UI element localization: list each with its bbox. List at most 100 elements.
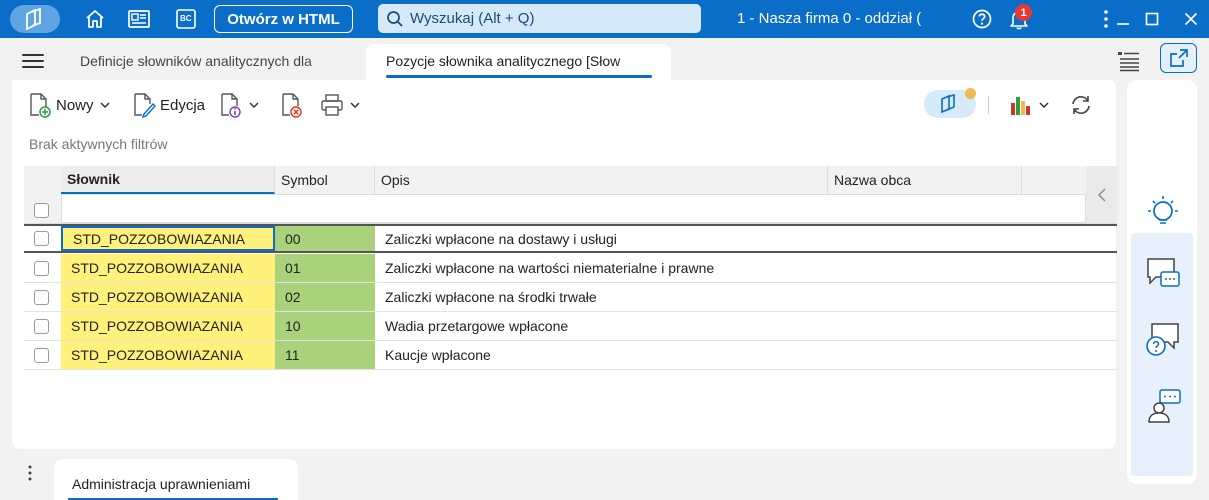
- maximize-button[interactable]: [1140, 7, 1164, 31]
- bc-button[interactable]: BC: [174, 7, 198, 31]
- edit-button-label: Edycja: [160, 96, 206, 114]
- tabs-row: Definicje słowników analitycznych dla Po…: [0, 38, 1209, 80]
- question-chat-icon: [1146, 323, 1179, 356]
- column-header-slownik[interactable]: Słownik: [61, 166, 275, 194]
- close-button[interactable]: [1179, 7, 1203, 31]
- chevron-left-icon: [1097, 188, 1105, 201]
- cell-symbol[interactable]: 02: [275, 283, 375, 311]
- table-row[interactable]: STD_POZZOBOWIAZANIA 11 Kaucje wpłacone: [24, 341, 1117, 370]
- cell-slownik[interactable]: STD_POZZOBOWIAZANIA: [61, 226, 275, 251]
- chevron-down-icon[interactable]: [249, 102, 259, 108]
- cell-opis[interactable]: Zaliczki wpłacone na środki trwałe: [375, 283, 1115, 311]
- row-checkbox[interactable]: [34, 319, 49, 334]
- delete-button[interactable]: [280, 92, 304, 118]
- toolbar-separator: [988, 96, 989, 114]
- cell-opis[interactable]: Zaliczki wpłacone na wartości niemateria…: [375, 254, 1115, 282]
- cell-opis[interactable]: Wadia przetargowe wpłacone: [375, 312, 1115, 340]
- app-logo-button[interactable]: [10, 5, 60, 33]
- list-icon: [1118, 52, 1139, 72]
- search-placeholder: Wyszukaj (Alt + Q): [410, 10, 535, 27]
- share-button[interactable]: [1160, 43, 1197, 73]
- list-view-button[interactable]: [1117, 50, 1141, 72]
- grid-scroll-left-button[interactable]: [1086, 166, 1117, 223]
- tab-permissions-admin-label: Administracja uprawnieniami: [72, 476, 251, 492]
- chat-button[interactable]: [1144, 255, 1182, 293]
- new-document-icon: [30, 93, 51, 118]
- grid-header: Słownik Symbol Opis Nazwa obca: [24, 166, 1117, 224]
- cell-slownik[interactable]: STD_POZZOBOWIAZANIA: [61, 341, 275, 369]
- select-all-checkbox[interactable]: [34, 203, 49, 218]
- active-tab-indicator: [386, 75, 652, 78]
- chat-icon: [1147, 258, 1180, 287]
- home-button[interactable]: [83, 7, 107, 31]
- filter-row-input[interactable]: [61, 194, 1086, 223]
- help-center-button[interactable]: [1144, 322, 1182, 360]
- print-button[interactable]: [320, 92, 360, 118]
- chevron-down-icon[interactable]: [1039, 102, 1049, 108]
- tab-permissions-admin[interactable]: Administracja uprawnieniami: [54, 459, 298, 500]
- edit-button[interactable]: Edycja: [132, 92, 205, 118]
- cell-symbol[interactable]: 10: [275, 312, 375, 340]
- table-row[interactable]: STD_POZZOBOWIAZANIA 01 Zaliczki wpłacone…: [24, 254, 1117, 283]
- newspaper-icon: [128, 10, 150, 28]
- menu-icon[interactable]: [22, 54, 44, 68]
- bc-label: BC: [180, 14, 192, 23]
- help-button[interactable]: [970, 7, 994, 31]
- bar-chart-icon: [1011, 97, 1030, 115]
- cell-slownik[interactable]: STD_POZZOBOWIAZANIA: [61, 312, 275, 340]
- search-input[interactable]: Wyszukaj (Alt + Q): [378, 4, 701, 33]
- right-sidebar: [1127, 80, 1197, 484]
- table-row[interactable]: STD_POZZOBOWIAZANIA 02 Zaliczki wpłacone…: [24, 283, 1117, 312]
- column-header-nazwa-obca[interactable]: Nazwa obca: [828, 166, 1022, 194]
- delete-document-icon: [282, 93, 302, 118]
- close-icon: [1184, 12, 1198, 26]
- chevron-down-icon[interactable]: [350, 102, 360, 108]
- main-panel: Nowy Edycja Brak aktywnych filtrów Słown…: [12, 80, 1117, 449]
- table-row[interactable]: STD_POZZOBOWIAZANIA 10 Wadia przetargowe…: [24, 312, 1117, 341]
- chevron-down-icon[interactable]: [99, 102, 110, 108]
- document-info-icon: [221, 93, 241, 118]
- search-icon: [387, 10, 403, 27]
- new-button[interactable]: Nowy: [28, 92, 110, 118]
- cell-symbol[interactable]: 00: [275, 226, 375, 251]
- support-agent-icon: [1148, 389, 1181, 423]
- more-vertical-icon: [1104, 10, 1108, 28]
- ai-status-dot: [965, 88, 976, 99]
- row-checkbox[interactable]: [34, 348, 49, 363]
- documents-button[interactable]: [127, 7, 151, 31]
- cell-opis[interactable]: Zaliczki wpłacone na dostawy i usługi: [375, 226, 1115, 251]
- column-header-opis[interactable]: Opis: [375, 166, 828, 194]
- maximize-icon: [1145, 12, 1159, 26]
- printer-icon: [321, 94, 343, 116]
- tab-dictionary-definitions[interactable]: Definicje słowników analitycznych dla: [80, 53, 345, 69]
- row-checkbox[interactable]: [34, 290, 49, 305]
- title-bar: BC Otwórz w HTML Wyszukaj (Alt + Q) 1 - …: [0, 0, 1209, 38]
- row-checkbox[interactable]: [34, 261, 49, 276]
- ai-logo-icon: [941, 94, 955, 114]
- lightbulb-icon: [1148, 196, 1178, 224]
- column-header-symbol[interactable]: Symbol: [275, 166, 375, 194]
- tips-button[interactable]: [1144, 192, 1182, 230]
- home-icon: [86, 10, 104, 28]
- info-button[interactable]: [219, 92, 259, 118]
- more-vertical-icon[interactable]: [28, 465, 32, 481]
- cell-opis[interactable]: Kaucje wpłacone: [375, 341, 1115, 369]
- company-selector[interactable]: 1 - Nasza firma 0 - oddział (: [737, 10, 921, 27]
- charts-button[interactable]: [1009, 92, 1049, 118]
- cell-slownik[interactable]: STD_POZZOBOWIAZANIA: [61, 254, 275, 282]
- open-html-button[interactable]: Otwórz w HTML: [214, 5, 353, 33]
- new-button-label: Nowy: [56, 96, 94, 114]
- table-row[interactable]: STD_POZZOBOWIAZANIA 00 Zaliczki wpłacone…: [24, 224, 1117, 253]
- cell-symbol[interactable]: 11: [275, 341, 375, 369]
- notification-badge: 1: [1015, 4, 1032, 21]
- help-icon: [972, 9, 992, 29]
- cell-slownik[interactable]: STD_POZZOBOWIAZANIA: [61, 283, 275, 311]
- share-icon: [1169, 49, 1188, 67]
- tab-dictionary-items[interactable]: Pozycje słownika analitycznego [Słow: [366, 44, 671, 80]
- consultant-button[interactable]: [1144, 388, 1182, 426]
- minimize-button[interactable]: [1111, 7, 1135, 31]
- cell-symbol[interactable]: 01: [275, 254, 375, 282]
- row-checkbox[interactable]: [34, 231, 49, 246]
- refresh-button[interactable]: [1069, 92, 1093, 118]
- tab-dictionary-items-label: Pozycje słownika analitycznego [Słow: [386, 53, 621, 69]
